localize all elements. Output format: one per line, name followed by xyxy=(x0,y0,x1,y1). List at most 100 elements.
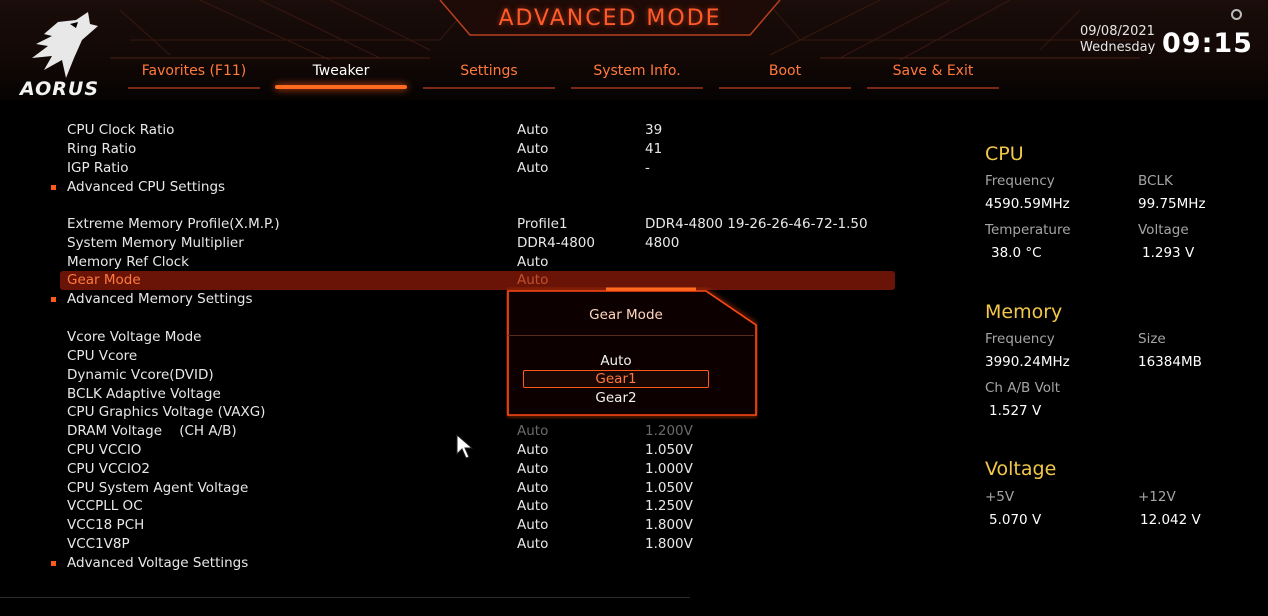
setting-current: 39 xyxy=(645,122,663,138)
setting-row-bclk-adaptive-voltage[interactable]: BCLK Adaptive Voltage xyxy=(60,385,895,404)
setting-name: Advanced Voltage Settings xyxy=(67,555,249,571)
memory-frequency-label: Frequency xyxy=(985,331,1055,347)
setting-value: Auto xyxy=(517,498,549,514)
setting-value: Auto xyxy=(517,480,549,496)
setting-value: Auto xyxy=(517,442,549,458)
tab-label: Favorites (F11) xyxy=(141,63,247,79)
setting-row-system-agent-voltage[interactable]: CPU System Agent Voltage Auto 1.050V xyxy=(60,479,895,498)
setting-name: CPU Clock Ratio xyxy=(67,122,175,138)
cpu-frequency-value: 4590.59MHz xyxy=(985,196,1070,212)
memory-chab-volt-value: 1.527 V xyxy=(989,403,1042,419)
setting-current: 41 xyxy=(645,141,663,157)
cpu-voltage-value: 1.293 V xyxy=(1142,245,1195,261)
setting-value: Auto xyxy=(517,517,549,533)
setting-name: CPU Graphics Voltage (VAXG) xyxy=(67,404,266,420)
setting-row-dynamic-vcore[interactable]: Dynamic Vcore(DVID) xyxy=(60,366,895,385)
setting-value: Auto xyxy=(517,423,549,439)
setting-name: Vcore Voltage Mode xyxy=(67,329,202,345)
setting-current: 1.000V xyxy=(645,461,693,477)
voltage-12v-label: +12V xyxy=(1138,489,1176,505)
setting-row-vcc1v8p[interactable]: VCC1V8P Auto 1.800V xyxy=(60,535,895,554)
setting-value: Auto xyxy=(517,272,549,288)
setting-name: DRAM Voltage (CH A/B) xyxy=(67,423,237,439)
tab-boot[interactable]: Boot xyxy=(719,63,851,89)
option-gear2[interactable]: Gear2 xyxy=(523,390,709,408)
mode-title: ADVANCED MODE xyxy=(498,6,722,31)
tab-tweaker[interactable]: Tweaker xyxy=(275,63,407,89)
tab-underline xyxy=(128,87,260,89)
setting-row-vcc18-pch[interactable]: VCC18 PCH Auto 1.800V xyxy=(60,516,895,535)
header-bar: AORUS ADVANCED MODE Favorites (F11) Twea… xyxy=(0,0,1268,100)
setting-name: BCLK Adaptive Voltage xyxy=(67,386,221,402)
cpu-voltage-label: Voltage xyxy=(1138,222,1189,238)
setting-value: Auto xyxy=(517,536,549,552)
clock-time: 09:15 xyxy=(1162,28,1253,59)
setting-row-cpu-graphics-voltage[interactable]: CPU Graphics Voltage (VAXG) xyxy=(60,403,895,422)
tab-underline xyxy=(423,87,555,89)
cpu-temperature-value: 38.0 °C xyxy=(991,245,1042,261)
tab-underline xyxy=(275,85,407,89)
cpu-bclk-label: BCLK xyxy=(1138,173,1173,189)
cpu-section-title: CPU xyxy=(985,143,1024,165)
setting-value: DDR4-4800 xyxy=(517,235,595,251)
tab-label: Boot xyxy=(768,63,802,79)
submenu-bullet-icon xyxy=(51,561,56,566)
setting-row-memory-multiplier[interactable]: System Memory Multiplier DDR4-4800 4800 xyxy=(60,234,895,253)
option-auto[interactable]: Auto xyxy=(523,353,709,371)
setting-row-gear-mode[interactable]: Gear Mode Auto xyxy=(60,271,895,290)
tab-settings[interactable]: Settings xyxy=(423,63,555,89)
submenu-advanced-voltage-settings[interactable]: Advanced Voltage Settings xyxy=(51,554,895,573)
setting-current: 4800 xyxy=(645,235,680,251)
setting-current: DDR4-4800 19-26-26-46-72-1.50 xyxy=(645,216,868,232)
setting-current: 1.200V xyxy=(645,423,693,439)
tab-save-exit[interactable]: Save & Exit xyxy=(867,63,999,89)
voltage-5v-value: 5.070 V xyxy=(989,512,1042,528)
setting-name: CPU System Agent Voltage xyxy=(67,480,249,496)
setting-name: Advanced Memory Settings xyxy=(67,291,253,307)
setting-row-vcore-voltage-mode[interactable]: Vcore Voltage Mode xyxy=(60,328,895,347)
tab-underline xyxy=(867,87,999,89)
brand-wordmark: AORUS xyxy=(20,78,100,100)
submenu-advanced-cpu-settings[interactable]: Advanced CPU Settings xyxy=(51,178,895,197)
voltage-5v-label: +5V xyxy=(985,489,1015,505)
submenu-bullet-icon xyxy=(51,297,56,302)
setting-current: 1.050V xyxy=(645,442,693,458)
memory-size-label: Size xyxy=(1138,331,1166,347)
setting-name: Extreme Memory Profile(X.M.P.) xyxy=(67,216,280,232)
tab-underline xyxy=(719,87,851,89)
setting-row-cpu-vcore[interactable]: CPU Vcore xyxy=(60,347,895,366)
memory-section-title: Memory xyxy=(985,301,1063,323)
setting-row-ring-ratio[interactable]: Ring Ratio Auto 41 xyxy=(60,140,895,159)
setting-name: Dynamic Vcore(DVID) xyxy=(67,367,214,383)
setting-row-memory-ref-clock[interactable]: Memory Ref Clock Auto xyxy=(60,253,895,272)
setting-value: Auto xyxy=(517,160,549,176)
gear-icon[interactable] xyxy=(1231,9,1242,20)
mouse-cursor-icon xyxy=(456,434,474,459)
setting-row-vccpll-oc[interactable]: VCCPLL OC Auto 1.250V xyxy=(60,497,895,516)
date-display: 09/08/2021 Wednesday xyxy=(1080,24,1155,56)
setting-name: CPU Vcore xyxy=(67,348,138,364)
memory-size-value: 16384MB xyxy=(1138,354,1202,370)
setting-row-igp-ratio[interactable]: IGP Ratio Auto - xyxy=(60,159,895,178)
option-gear1[interactable]: Gear1 xyxy=(523,370,709,388)
setting-value: Auto xyxy=(517,254,549,270)
memory-frequency-value: 3990.24MHz xyxy=(985,354,1070,370)
setting-value: Auto xyxy=(517,141,549,157)
cpu-frequency-label: Frequency xyxy=(985,173,1055,189)
tab-label: System Info. xyxy=(593,63,681,79)
setting-name: VCC1V8P xyxy=(67,536,130,552)
settings-list: CPU Clock Ratio Auto 39 Ring Ratio Auto … xyxy=(0,118,930,588)
setting-name: Ring Ratio xyxy=(67,141,137,157)
cpu-bclk-value: 99.75MHz xyxy=(1138,196,1206,212)
voltage-section-title: Voltage xyxy=(985,458,1057,480)
setting-current: 1.050V xyxy=(645,480,693,496)
popup-separator xyxy=(508,335,754,336)
setting-row-cpu-clock-ratio[interactable]: CPU Clock Ratio Auto 39 xyxy=(60,121,895,140)
tab-system-info[interactable]: System Info. xyxy=(571,63,703,89)
setting-current: - xyxy=(645,160,650,176)
tab-favorites[interactable]: Favorites (F11) xyxy=(128,63,260,89)
setting-row-xmp[interactable]: Extreme Memory Profile(X.M.P.) Profile1 … xyxy=(60,215,895,234)
submenu-advanced-memory-settings[interactable]: Advanced Memory Settings xyxy=(51,290,895,309)
date-text: 09/08/2021 xyxy=(1080,24,1155,39)
memory-chab-volt-label: Ch A/B Volt xyxy=(985,380,1061,396)
